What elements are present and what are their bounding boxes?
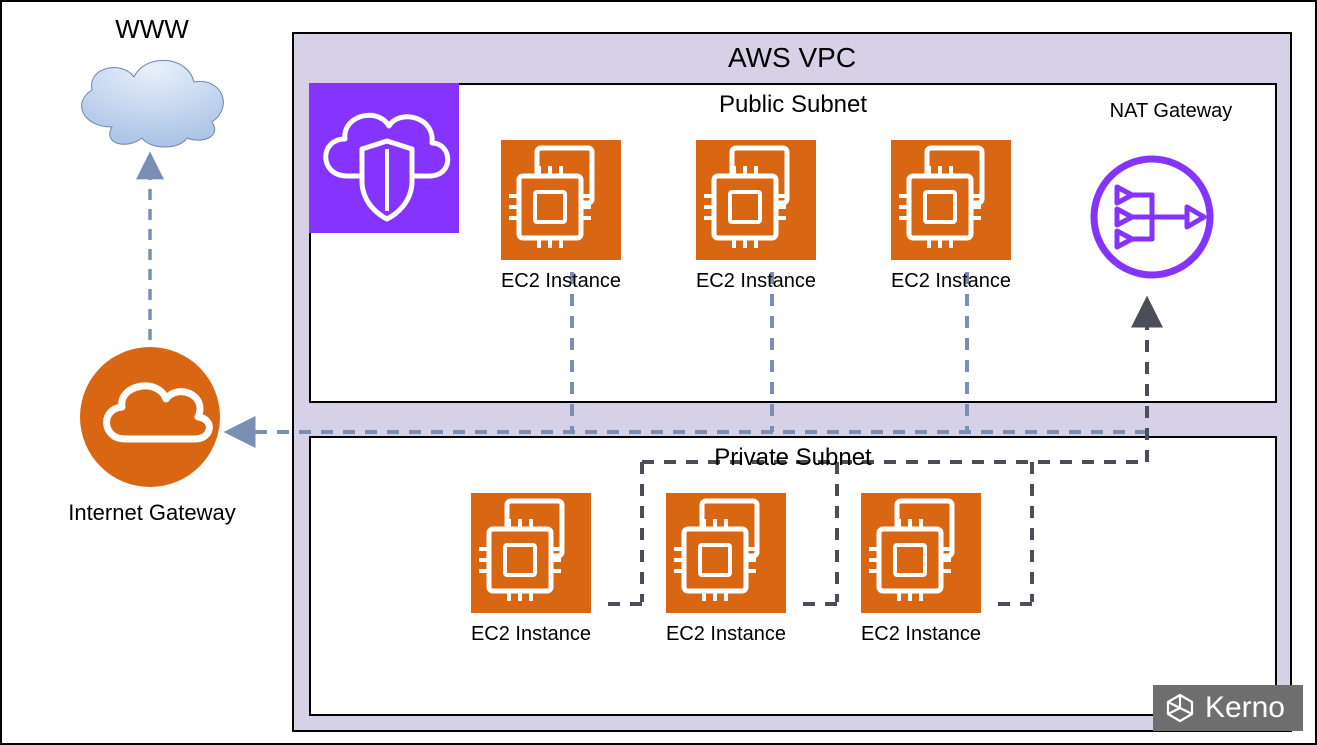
- ec2-private-3-label: EC2 Instance: [846, 623, 996, 646]
- ec2-public-2-label: EC2 Instance: [681, 270, 831, 293]
- www-label: WWW: [102, 14, 202, 45]
- www-cloud-icon: [62, 42, 242, 152]
- ec2-public-3: [891, 140, 1011, 260]
- kerno-logo-icon: [1165, 693, 1195, 723]
- diagram-canvas: WWW Internet Gateway AWS VPC Public Subn…: [0, 0, 1317, 745]
- private-subnet-box: Private Subnet EC2 Instance EC2 Instance…: [309, 436, 1277, 716]
- private-subnet-title: Private Subnet: [311, 444, 1275, 472]
- ec2-public-3-label: EC2 Instance: [876, 270, 1026, 293]
- ec2-private-1: [471, 493, 591, 613]
- aws-vpc-container: AWS VPC Public Subnet EC2 Instance EC2 I…: [292, 32, 1292, 732]
- brand-label: Kerno: [1205, 691, 1285, 725]
- public-subnet-title: Public Subnet: [311, 91, 1275, 119]
- brand-badge: Kerno: [1153, 685, 1303, 731]
- ec2-private-3: [861, 493, 981, 613]
- ec2-public-1: [501, 140, 621, 260]
- ec2-public-1-label: EC2 Instance: [486, 270, 636, 293]
- internet-gateway-node: [80, 347, 220, 487]
- ec2-public-2: [696, 140, 816, 260]
- ec2-private-2-label: EC2 Instance: [651, 623, 801, 646]
- ec2-private-1-label: EC2 Instance: [456, 623, 606, 646]
- ec2-private-2: [666, 493, 786, 613]
- vpc-title: AWS VPC: [294, 42, 1290, 74]
- internet-gateway-label: Internet Gateway: [47, 500, 257, 526]
